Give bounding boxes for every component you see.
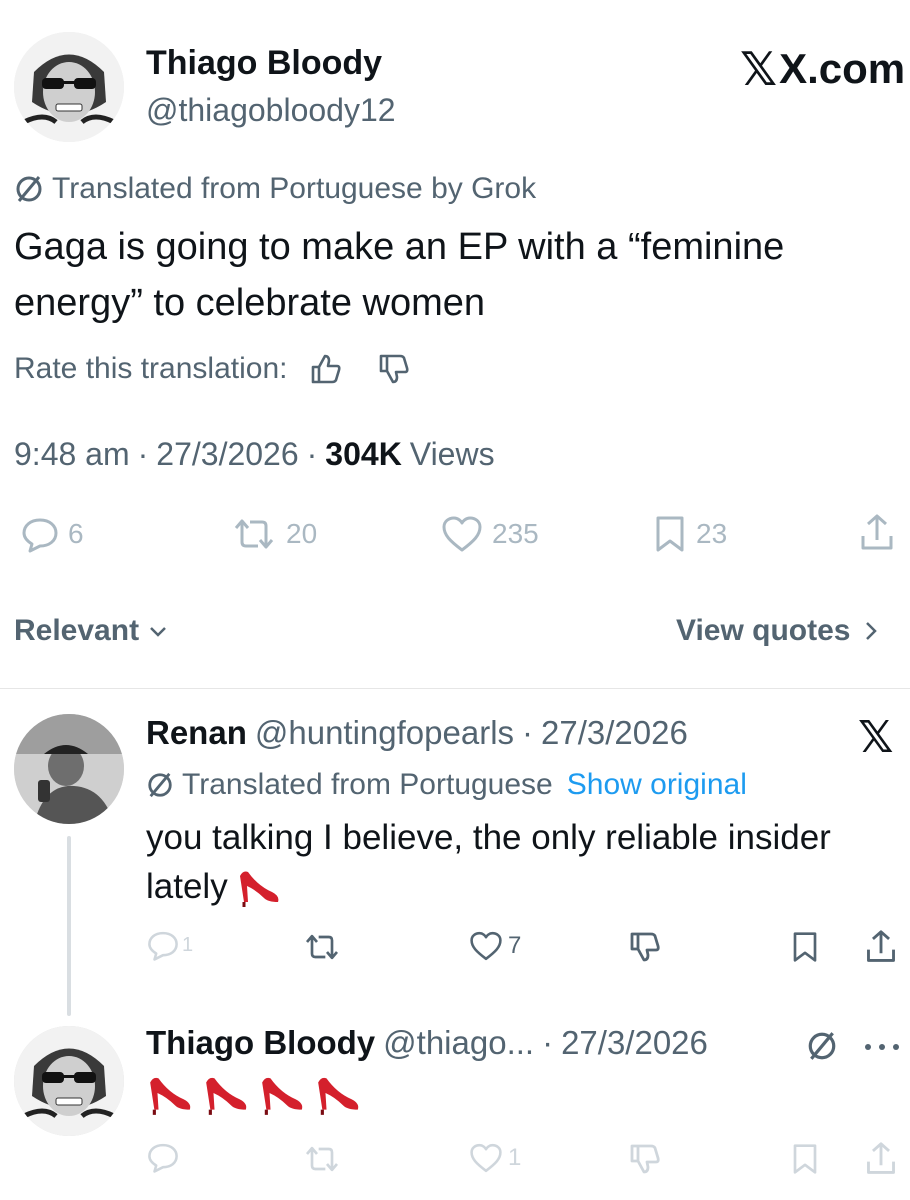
reply2-like-button[interactable]: 1 (468, 1142, 521, 1174)
reply2-reply-button[interactable] (146, 1140, 180, 1174)
thumbs-up-icon[interactable] (309, 352, 343, 386)
reply-icon (20, 514, 60, 554)
repost-button[interactable]: 20 (230, 514, 317, 554)
share-icon (864, 928, 898, 966)
reply2-like-count: 1 (508, 1144, 522, 1171)
reply-icon (146, 928, 180, 962)
show-original-link[interactable]: Show original (567, 768, 747, 802)
high-heel-icon (202, 1072, 250, 1116)
reply2-repost-button[interactable] (302, 1142, 342, 1176)
reply-like-button[interactable]: 7 (468, 930, 521, 962)
thumbs-down-icon[interactable] (377, 352, 411, 386)
reply-date[interactable]: 27/3/2026 (541, 714, 688, 752)
share-icon (864, 1140, 898, 1178)
site-label-text: X.com (779, 45, 906, 92)
thread-line (67, 836, 71, 1016)
bookmark-button[interactable]: 23 (652, 514, 727, 554)
heart-icon (468, 930, 504, 962)
reply-text-line-2-text: lately (146, 867, 228, 906)
sort-dropdown[interactable]: Relevant (14, 614, 169, 648)
view-quotes-label: View quotes (676, 614, 851, 647)
reply-text-line-1: you talking I believe, the only reliable… (146, 818, 831, 857)
reply-repost-button[interactable] (302, 930, 342, 964)
high-heel-icon (258, 1072, 306, 1116)
reply-button[interactable]: 6 (20, 514, 84, 554)
chevron-right-icon (861, 619, 881, 643)
reply-translation-text: Translated from Portuguese (182, 768, 553, 801)
share-icon (858, 512, 896, 554)
view-quotes-link[interactable]: View quotes (676, 614, 881, 648)
reply-reply-button[interactable]: 1 (146, 928, 193, 962)
like-count: 235 (492, 518, 539, 549)
bookmark-icon (790, 1142, 820, 1176)
more-options-icon[interactable] (862, 1040, 902, 1058)
meta-separator: · (306, 436, 318, 472)
section-divider (0, 688, 910, 689)
header-separator: · (522, 714, 534, 751)
post-meta: 9:48 am · 27/3/2026 · 304K Views (14, 436, 495, 473)
heart-icon (440, 514, 484, 554)
translate-icon (146, 771, 174, 799)
post-date[interactable]: 27/3/2026 (156, 436, 298, 473)
reply-text-line-2: lately (146, 866, 282, 908)
x-logo-icon: 𝕏 (858, 713, 894, 762)
reply2-author-handle[interactable]: @thiago... (383, 1024, 534, 1062)
reply-like-count: 7 (508, 932, 522, 959)
reply2-date[interactable]: 27/3/2026 (561, 1024, 708, 1062)
like-button[interactable]: 235 (440, 514, 539, 554)
high-heel-icon (236, 866, 282, 908)
high-heel-icon (314, 1072, 362, 1116)
translate-icon[interactable] (806, 1030, 838, 1067)
reply-dislike-button[interactable] (628, 930, 662, 964)
reply2-share-button[interactable] (864, 1140, 898, 1178)
author-handle[interactable]: @thiagobloody12 (146, 92, 396, 129)
bookmark-icon (652, 514, 688, 554)
reply2-dislike-button[interactable] (628, 1142, 662, 1176)
share-button[interactable] (858, 512, 896, 554)
reply-author-avatar[interactable] (14, 714, 124, 824)
reply2-header: Thiago Bloody @thiago... · 27/3/2026 (146, 1024, 708, 1062)
heart-icon (468, 1142, 504, 1174)
reply-bookmark-button[interactable] (790, 930, 820, 964)
reply-reply-count: 1 (182, 933, 194, 956)
thumbs-down-icon (628, 1142, 662, 1176)
reply-author-handle[interactable]: @huntingfopearls (255, 714, 514, 752)
reply-translation-notice: Translated from Portuguese Show original (146, 768, 747, 802)
author-name[interactable]: Thiago Bloody (146, 44, 382, 83)
bookmark-count: 23 (696, 518, 728, 549)
high-heel-icon (146, 1072, 194, 1116)
repost-icon (302, 1142, 342, 1176)
views-label: Views (409, 436, 495, 472)
translation-notice: Translated from Portuguese by Grok (14, 172, 536, 206)
reply2-author-name[interactable]: Thiago Bloody (146, 1024, 375, 1062)
repost-icon (230, 514, 278, 554)
reply2-author-avatar[interactable] (14, 1026, 124, 1136)
sort-label: Relevant (14, 614, 140, 647)
chevron-down-icon (147, 620, 169, 642)
translation-notice-text: Translated from Portuguese by Grok (52, 172, 537, 205)
meta-separator: · (137, 436, 149, 472)
reply-icon (146, 1140, 180, 1174)
post-time[interactable]: 9:48 am (14, 436, 130, 473)
repost-count: 20 (286, 518, 318, 549)
repost-icon (302, 930, 342, 964)
bookmark-icon (790, 930, 820, 964)
reply2-bookmark-button[interactable] (790, 1142, 820, 1176)
reply2-emoji-row (146, 1072, 362, 1116)
reply-author-name[interactable]: Renan (146, 714, 247, 752)
reply-share-button[interactable] (864, 928, 898, 966)
post-text-line-2: energy” to celebrate women (14, 282, 486, 324)
author-avatar[interactable] (14, 32, 124, 142)
thumbs-down-icon (628, 930, 662, 964)
views-count: 304K (325, 436, 402, 472)
rate-translation: Rate this translation: (14, 352, 411, 386)
site-label: 𝕏 X.com (740, 42, 905, 96)
reply-count: 6 (68, 518, 84, 549)
rate-translation-label: Rate this translation: (14, 352, 288, 385)
x-logo-icon: 𝕏 (740, 43, 778, 95)
header-separator: · (542, 1024, 554, 1061)
translate-icon (14, 174, 44, 204)
reply-header: Renan @huntingfopearls · 27/3/2026 (146, 714, 688, 752)
post-text-line-1: Gaga is going to make an EP with a “femi… (14, 226, 785, 268)
